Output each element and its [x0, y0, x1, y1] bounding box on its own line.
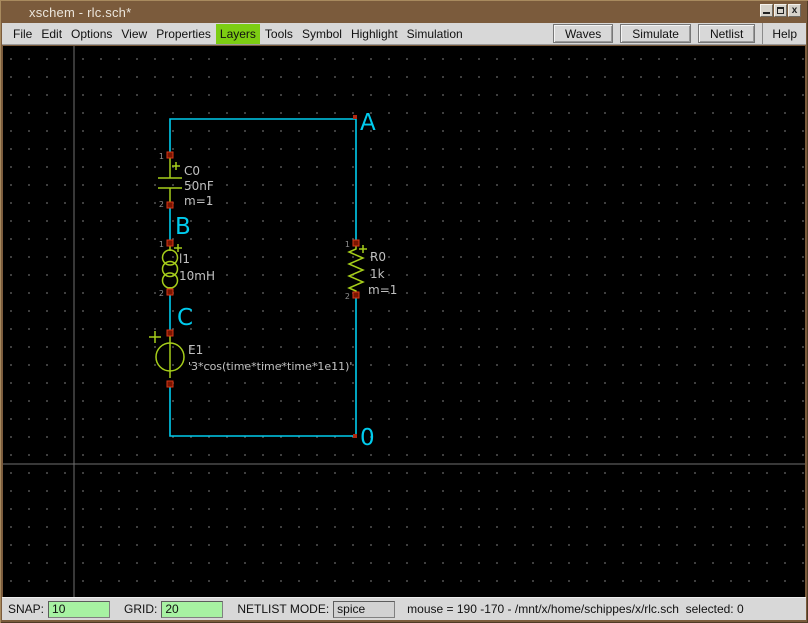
menu-layers[interactable]: Layers	[216, 24, 260, 44]
menu-tools[interactable]: Tools	[261, 24, 297, 44]
pin[interactable]	[167, 289, 173, 295]
pin[interactable]	[353, 240, 359, 246]
menu-view[interactable]: View	[117, 24, 151, 44]
pin-number: 1	[159, 240, 164, 249]
component-value: 1k	[370, 267, 385, 281]
xschem-window: xschem - rlc.sch* x File Edit Options Vi…	[0, 0, 808, 623]
pin[interactable]	[167, 202, 173, 208]
close-button[interactable]: x	[788, 4, 801, 17]
menu-symbol[interactable]: Symbol	[298, 24, 346, 44]
close-icon: x	[792, 7, 798, 14]
pin-number: 2	[345, 292, 350, 301]
component-mult: m=1	[184, 194, 213, 208]
pin[interactable]	[167, 152, 173, 158]
titlebar[interactable]: xschem - rlc.sch* x	[3, 2, 805, 22]
maximize-button[interactable]	[774, 4, 787, 17]
component-value: 10mH	[179, 269, 215, 283]
statusbar: SNAP: GRID: NETLIST MODE: mouse = 190 -1…	[2, 597, 806, 620]
component-value: 50nF	[184, 179, 214, 193]
netlist-mode-input[interactable]	[333, 601, 395, 618]
grid-input[interactable]	[161, 601, 223, 618]
plus-icon	[149, 331, 161, 343]
wire-corner-mark	[353, 115, 357, 119]
pin-number: 1	[159, 152, 164, 161]
menu-file[interactable]: File	[9, 24, 36, 44]
component-capacitor-C0[interactable]: 1 2 C0 50nF m=1	[158, 152, 214, 209]
wire-corner-mark	[353, 434, 357, 438]
menu-simulation[interactable]: Simulation	[403, 24, 467, 44]
net-label-B[interactable]: B	[175, 214, 191, 240]
snap-input[interactable]	[48, 601, 110, 618]
schematic-canvas[interactable]: 1 2 C0 50nF m=1 1 2 l1 10mH	[3, 46, 805, 597]
component-value: '3*cos(time*time*time*1e11)'	[188, 360, 352, 373]
menu-options[interactable]: Options	[67, 24, 116, 44]
netlist-button[interactable]: Netlist	[698, 24, 755, 43]
component-ref: l1	[179, 252, 190, 266]
net-label-A[interactable]: A	[360, 110, 376, 136]
menu-highlight[interactable]: Highlight	[347, 24, 402, 44]
component-ref: R0	[370, 250, 386, 264]
window-controls: x	[760, 4, 801, 17]
plus-icon	[174, 244, 182, 252]
simulate-button[interactable]: Simulate	[620, 24, 691, 43]
snap-label: SNAP:	[8, 602, 44, 616]
component-ref: E1	[188, 343, 203, 357]
plus-icon	[359, 245, 367, 253]
net-label-C[interactable]: C	[177, 305, 193, 331]
component-inductor-l1[interactable]: 1 2 l1 10mH	[159, 240, 215, 298]
component-ref: C0	[184, 164, 200, 178]
window-title: xschem - rlc.sch*	[3, 5, 131, 20]
menubar-actions: Waves Simulate Netlist Help	[553, 23, 806, 44]
pin-number: 1	[345, 240, 350, 249]
component-mult: m=1	[368, 283, 397, 297]
pin[interactable]	[353, 292, 359, 298]
component-source-E1[interactable]: E1 '3*cos(time*time*time*1e11)'	[149, 330, 352, 387]
grid-label: GRID:	[124, 602, 157, 616]
status-info: mouse = 190 -170 - /mnt/x/home/schippes/…	[407, 602, 744, 616]
pin[interactable]	[167, 330, 173, 336]
plus-icon	[172, 162, 180, 170]
minimize-button[interactable]	[760, 4, 773, 17]
waves-button[interactable]: Waves	[553, 24, 613, 43]
menubar: File Edit Options View Properties Layers…	[2, 23, 806, 45]
menu-help[interactable]: Help	[762, 23, 806, 44]
circuit-drawing: 1 2 C0 50nF m=1 1 2 l1 10mH	[3, 46, 805, 597]
net-label-0[interactable]: 0	[360, 425, 375, 451]
minimize-icon	[763, 7, 770, 14]
maximize-icon	[777, 7, 784, 14]
pin-number: 2	[159, 289, 164, 298]
pin[interactable]	[167, 240, 173, 246]
menu-edit[interactable]: Edit	[37, 24, 66, 44]
pin-number: 2	[159, 200, 164, 209]
netlist-mode-label: NETLIST MODE:	[237, 602, 329, 616]
menu-properties[interactable]: Properties	[152, 24, 215, 44]
component-resistor-R0[interactable]: 1 2 R0 1k m=1	[345, 240, 397, 301]
pin[interactable]	[167, 381, 173, 387]
